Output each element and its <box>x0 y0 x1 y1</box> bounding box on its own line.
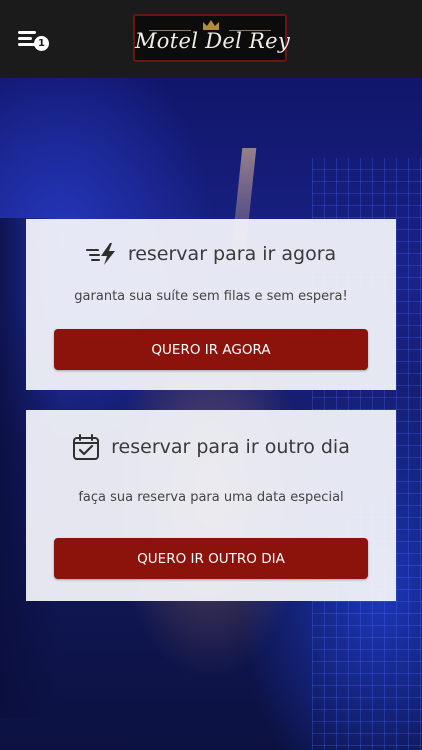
fast-lightning-icon <box>85 243 115 265</box>
reserve-later-card: reservar para ir outro dia faça sua rese… <box>26 410 396 601</box>
notification-badge: 1 <box>34 36 49 51</box>
reserve-now-card: reservar para ir agora garanta sua suíte… <box>26 219 396 390</box>
calendar-check-icon <box>73 434 100 460</box>
go-other-day-button[interactable]: QUERO IR OUTRO DIA <box>54 538 368 579</box>
menu-button[interactable]: 1 <box>18 28 50 54</box>
top-bar: 1 Motel Del Rey <box>0 0 422 78</box>
reserve-later-header: reservar para ir outro dia <box>26 432 396 462</box>
logo-text: Motel Del Rey <box>135 29 291 53</box>
reserve-later-subtitle: faça sua reserva para uma data especial <box>78 490 344 505</box>
reserve-later-title: reservar para ir outro dia <box>111 436 350 458</box>
logo[interactable]: Motel Del Rey <box>133 14 291 62</box>
reserve-now-subtitle: garanta sua suíte sem filas e sem espera… <box>74 289 348 304</box>
go-now-button[interactable]: QUERO IR AGORA <box>54 329 368 370</box>
reserve-now-header: reservar para ir agora <box>26 240 396 268</box>
reserve-now-title: reservar para ir agora <box>127 243 337 265</box>
